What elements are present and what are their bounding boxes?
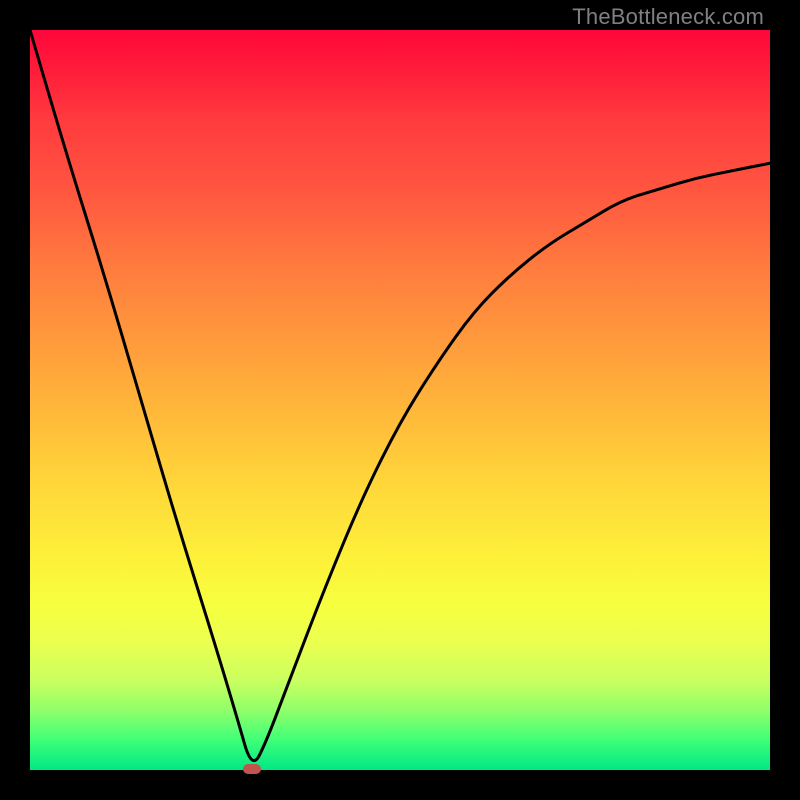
bottleneck-curve: [30, 30, 770, 770]
watermark-text: TheBottleneck.com: [572, 4, 764, 30]
chart-frame: TheBottleneck.com: [0, 0, 800, 800]
minimum-marker: [243, 764, 261, 774]
plot-area: [30, 30, 770, 770]
